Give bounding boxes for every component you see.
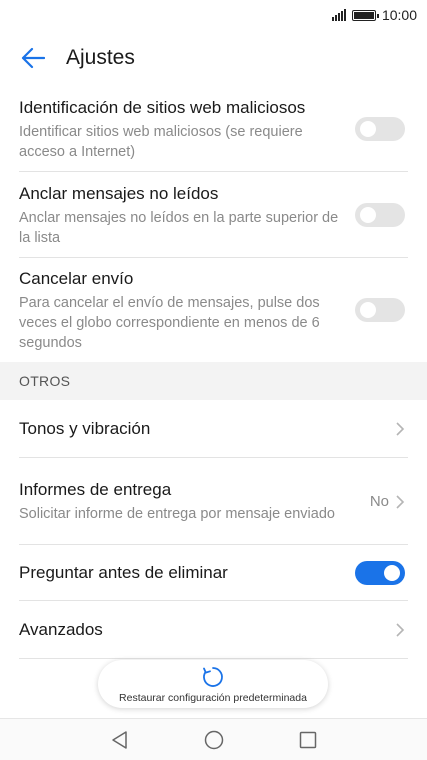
cancel-send-toggle[interactable]: [355, 298, 405, 322]
setting-cancel-send[interactable]: Cancelar envío Para cancelar el envío de…: [0, 258, 427, 362]
nav-back-button[interactable]: [109, 729, 131, 751]
restore-defaults-button[interactable]: Restaurar configuración predeterminada: [98, 660, 328, 708]
setting-pin-unread[interactable]: Anclar mensajes no leídos Anclar mensaje…: [0, 172, 427, 258]
signal-icon: [331, 9, 346, 21]
status-time: 10:00: [381, 7, 417, 23]
setting-advanced[interactable]: Avanzados: [0, 601, 427, 659]
delivery-reports-value: No: [369, 493, 389, 510]
setting-ask-before-delete[interactable]: Preguntar antes de eliminar: [0, 545, 427, 601]
setting-delivery-reports[interactable]: Informes de entrega Solicitar informe de…: [0, 458, 427, 545]
restore-defaults-label: Restaurar configuración predeterminada: [119, 691, 307, 704]
refresh-icon: [203, 666, 223, 687]
setting-title: Preguntar antes de eliminar: [19, 563, 228, 582]
chevron-right-icon: [396, 494, 405, 509]
settings-list: Identificación de sitios web maliciosos …: [0, 86, 427, 659]
setting-subtitle: Para cancelar el envío de mensajes, puls…: [19, 294, 320, 351]
divider: [19, 658, 408, 659]
setting-title: Cancelar envío: [19, 268, 134, 288]
battery-icon: [351, 9, 379, 21]
setting-title: Avanzados: [19, 620, 103, 639]
malicious-sites-toggle[interactable]: [355, 117, 405, 141]
setting-subtitle: Anclar mensajes no leídos en la parte su…: [19, 209, 339, 246]
setting-tones-vibration[interactable]: Tonos y vibración: [0, 400, 427, 458]
setting-title: Informes de entrega: [19, 480, 172, 499]
back-button[interactable]: [18, 43, 48, 73]
setting-malicious-sites[interactable]: Identificación de sitios web maliciosos …: [0, 86, 427, 172]
setting-title: Anclar mensajes no leídos: [19, 183, 219, 203]
status-bar: 10:00: [0, 0, 427, 30]
page-title: Ajustes: [66, 46, 135, 69]
chevron-right-icon: [396, 623, 405, 637]
app-bar: Ajustes: [0, 30, 427, 86]
nav-home-icon: [204, 730, 223, 749]
chevron-right-icon: [396, 422, 405, 436]
nav-recents-button[interactable]: [297, 729, 319, 751]
back-arrow-icon: [21, 47, 45, 69]
setting-title: Identificación de sitios web maliciosos: [19, 97, 306, 117]
pin-unread-toggle[interactable]: [355, 203, 405, 227]
nav-recents-icon: [299, 731, 316, 748]
ask-before-delete-toggle[interactable]: [355, 561, 405, 585]
setting-subtitle: Identificar sitios web maliciosos (se re…: [19, 123, 303, 160]
nav-back-icon: [111, 730, 127, 749]
section-header-otros: OTROS: [0, 362, 427, 400]
navigation-bar: [0, 718, 427, 760]
setting-subtitle: Solicitar informe de entrega por mensaje…: [19, 506, 335, 522]
nav-home-button[interactable]: [203, 729, 225, 751]
setting-title: Tonos y vibración: [19, 419, 151, 438]
